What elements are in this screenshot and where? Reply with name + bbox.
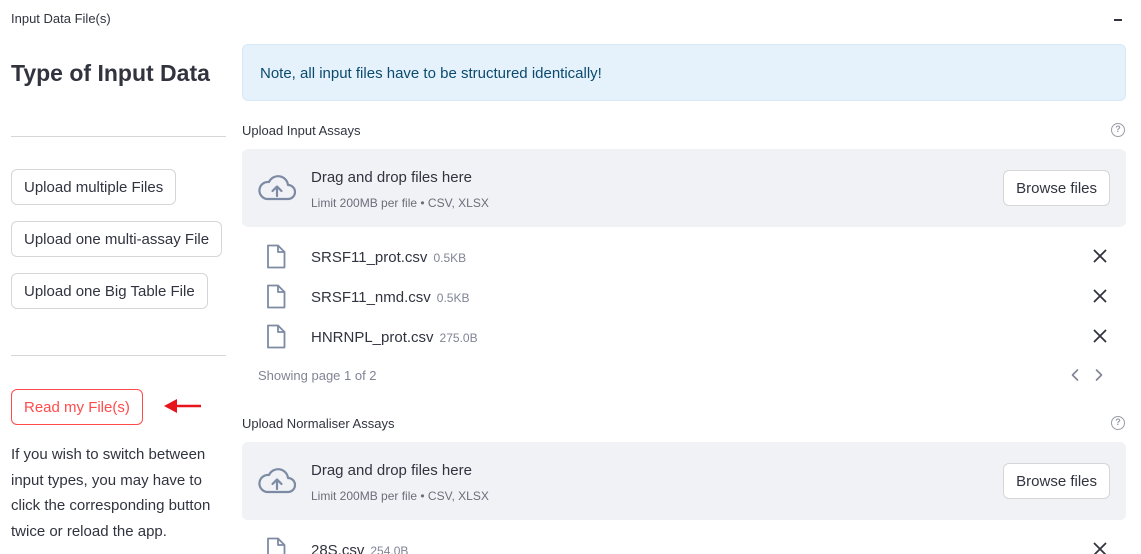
- close-icon[interactable]: [1093, 249, 1107, 263]
- file-icon: [267, 537, 286, 554]
- file-icon: [267, 284, 286, 309]
- input-assays-dropzone[interactable]: Drag and drop files here Limit 200MB per…: [242, 149, 1126, 227]
- cloud-upload-icon: [258, 468, 297, 494]
- dropzone-limit: Limit 200MB per file • CSV, XLSX: [311, 196, 489, 210]
- read-files-button[interactable]: Read my File(s): [11, 389, 143, 425]
- file-item: HNRNPL_prot.csv 275.0B: [242, 318, 1126, 358]
- file-name: SRSF11_nmd.csv 0.5KB: [311, 289, 469, 306]
- file-size: 0.5KB: [436, 291, 470, 305]
- normaliser-assays-label: Upload Normaliser Assays: [242, 416, 395, 431]
- file-item: SRSF11_prot.csv 0.5KB: [242, 238, 1126, 278]
- uploads-panel: Note, all input files have to be structu…: [242, 0, 1126, 554]
- file-name-text: HNRNPL_prot.csv: [311, 329, 434, 346]
- expander-title: Input Data File(s): [11, 11, 111, 26]
- normaliser-assays-dropzone[interactable]: Drag and drop files here Limit 200MB per…: [242, 442, 1126, 520]
- browse-files-button[interactable]: Browse files: [1003, 170, 1110, 206]
- section-title: Type of Input Data: [11, 60, 210, 86]
- input-assays-label: Upload Input Assays: [242, 123, 361, 138]
- file-name: HNRNPL_prot.csv 275.0B: [311, 329, 478, 346]
- info-alert-text: Note, all input files have to be structu…: [260, 65, 602, 82]
- switch-info-text: If you wish to switch between input type…: [11, 446, 211, 541]
- file-icon: [267, 244, 286, 269]
- divider: [11, 355, 226, 356]
- file-name-text: SRSF11_prot.csv: [311, 249, 428, 266]
- help-icon[interactable]: ?: [1111, 123, 1125, 137]
- file-icon: [267, 324, 286, 349]
- cloud-upload-icon: [258, 175, 297, 201]
- file-size: 254.0B: [370, 544, 409, 554]
- annotation-arrow-icon: [164, 399, 201, 413]
- file-name: 28S.csv 254.0B: [311, 542, 408, 554]
- browse-files-button[interactable]: Browse files: [1003, 463, 1110, 499]
- info-alert: Note, all input files have to be structu…: [242, 44, 1126, 101]
- divider: [11, 136, 226, 137]
- upload-multi-assay-file-button[interactable]: Upload one multi-assay File: [11, 221, 223, 257]
- dropzone-title: Drag and drop files here: [311, 462, 472, 479]
- file-name: SRSF11_prot.csv 0.5KB: [311, 249, 466, 266]
- file-size: 0.5KB: [433, 251, 467, 265]
- close-icon[interactable]: [1093, 329, 1107, 343]
- file-name-text: SRSF11_nmd.csv: [311, 289, 431, 306]
- dropzone-title: Drag and drop files here: [311, 169, 472, 186]
- file-item: SRSF11_nmd.csv 0.5KB: [242, 278, 1126, 318]
- pagination-text: Showing page 1 of 2: [258, 368, 377, 383]
- close-icon[interactable]: [1093, 289, 1107, 303]
- chevron-left-icon[interactable]: [1068, 367, 1082, 383]
- file-name-text: 28S.csv: [311, 542, 365, 554]
- dropzone-limit: Limit 200MB per file • CSV, XLSX: [311, 489, 489, 503]
- help-icon[interactable]: ?: [1111, 416, 1125, 430]
- chevron-right-icon[interactable]: [1092, 367, 1106, 383]
- upload-multiple-files-button[interactable]: Upload multiple Files: [11, 169, 177, 205]
- input-type-panel: Type of Input Data Upload multiple Files…: [11, 38, 226, 554]
- file-size: 275.0B: [439, 331, 478, 345]
- close-icon[interactable]: [1093, 542, 1107, 554]
- upload-big-table-file-button[interactable]: Upload one Big Table File: [11, 273, 208, 309]
- file-item: 28S.csv 254.0B: [242, 531, 1126, 554]
